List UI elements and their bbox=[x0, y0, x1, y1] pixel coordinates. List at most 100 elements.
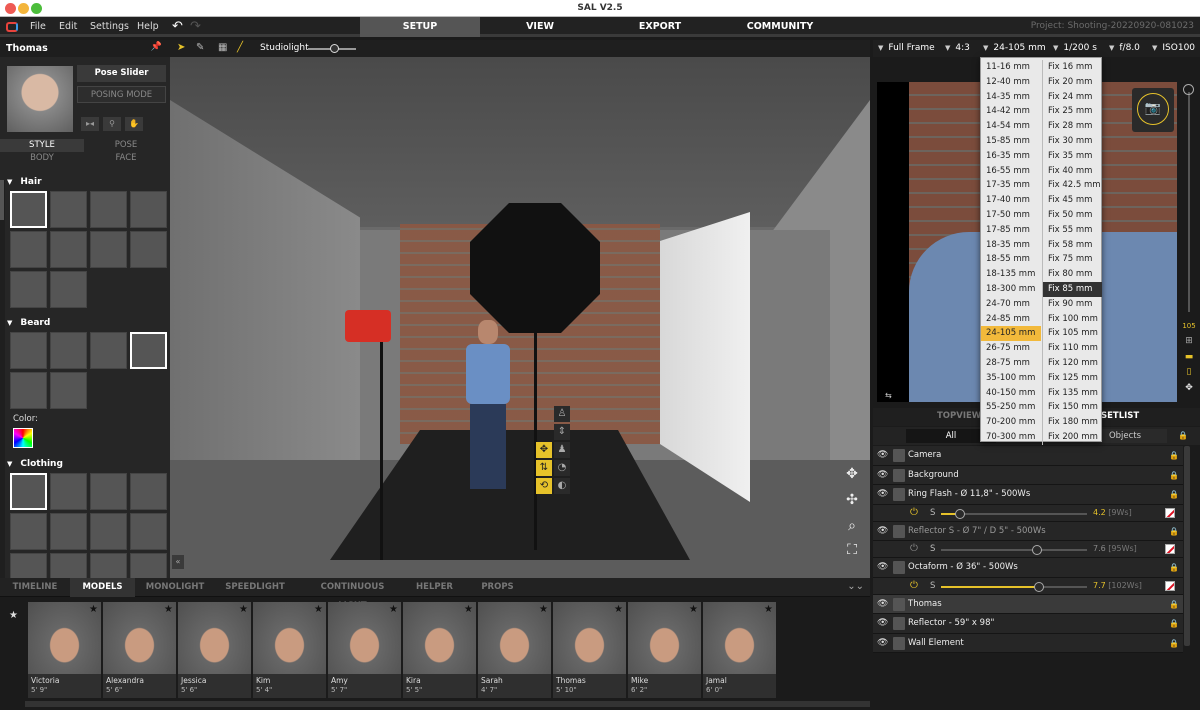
beard-option[interactable] bbox=[130, 332, 167, 369]
tab-continuous-light[interactable]: CONTINUOUS LIGHT bbox=[305, 578, 400, 611]
subtab-body[interactable]: BODY bbox=[0, 152, 84, 165]
disable-flash-icon[interactable] bbox=[1165, 507, 1175, 518]
lens-option[interactable]: 24-85 mm bbox=[981, 312, 1041, 327]
model-thomas[interactable] bbox=[460, 320, 516, 495]
hair-option[interactable] bbox=[50, 271, 87, 308]
lens-option[interactable]: 18-55 mm bbox=[981, 252, 1041, 267]
subtab-face[interactable]: FACE bbox=[84, 152, 168, 165]
visibility-eye-icon[interactable]: 👁 bbox=[877, 526, 888, 536]
lens-option[interactable]: 70-200 mm bbox=[981, 415, 1041, 430]
lens-option[interactable]: 12-40 mm bbox=[981, 75, 1041, 90]
beard-color-picker[interactable] bbox=[13, 428, 33, 448]
power-slider[interactable] bbox=[941, 581, 1087, 592]
favorite-star-icon[interactable]: ★ bbox=[614, 604, 623, 615]
visibility-eye-icon[interactable]: 👁 bbox=[877, 470, 888, 480]
beard-option[interactable] bbox=[50, 332, 87, 369]
favorites-filter-icon[interactable]: ★ bbox=[9, 610, 18, 621]
power-icon[interactable]: ⏻ bbox=[910, 580, 918, 591]
clothing-option[interactable] bbox=[90, 513, 127, 550]
lens-dropdown[interactable]: ▼ 24-105 mm bbox=[983, 43, 1046, 53]
setlist-row[interactable]: 👁 Background 🔒 bbox=[873, 465, 1183, 485]
pose-figure-icon[interactable]: ♙ bbox=[554, 406, 570, 422]
subtab-pose[interactable]: POSE bbox=[84, 139, 168, 152]
vertical-move-icon[interactable]: ⇅ bbox=[536, 460, 552, 476]
lock-all-icon[interactable]: 🔒 bbox=[1178, 431, 1188, 440]
lens-option[interactable]: 11-16 mm bbox=[981, 60, 1041, 75]
beard-option[interactable] bbox=[90, 332, 127, 369]
ratio-dropdown[interactable]: ▼ 4:3 bbox=[945, 43, 970, 53]
mirror-icon[interactable]: ▸◂ bbox=[81, 117, 99, 131]
lens-option[interactable]: 70-300 mm bbox=[981, 430, 1041, 445]
focal-zoom-slider[interactable] bbox=[1188, 92, 1190, 312]
clothing-option[interactable] bbox=[50, 513, 87, 550]
beard-option[interactable] bbox=[50, 372, 87, 409]
power-icon[interactable]: ⏻ bbox=[910, 543, 918, 554]
menu-file[interactable]: File bbox=[30, 21, 46, 32]
focal-zoom-knob[interactable] bbox=[1183, 84, 1194, 95]
hair-option[interactable] bbox=[10, 231, 47, 268]
aperture-dropdown[interactable]: ▼ f/8.0 bbox=[1109, 43, 1140, 53]
visibility-eye-icon[interactable]: 👁 bbox=[877, 599, 888, 609]
lens-option[interactable]: Fix 90 mm bbox=[1043, 297, 1102, 312]
lens-option[interactable]: Fix 16 mm bbox=[1043, 60, 1102, 75]
lens-option[interactable]: Fix 42.5 mm bbox=[1043, 178, 1102, 193]
model-card[interactable]: ★ Thomas 5' 10" bbox=[553, 602, 626, 698]
lens-option[interactable]: Fix 35 mm bbox=[1043, 149, 1102, 164]
hair-option[interactable] bbox=[10, 191, 47, 228]
histogram-icon[interactable]: ⇆ bbox=[885, 391, 892, 400]
visibility-eye-icon[interactable]: 👁 bbox=[877, 562, 888, 572]
collapse-panel-icon[interactable]: « bbox=[172, 555, 184, 569]
posing-mode-button[interactable]: POSING MODE bbox=[77, 86, 166, 103]
lens-option[interactable]: Fix 50 mm bbox=[1043, 208, 1102, 223]
collapse-panel-icon[interactable]: ⌄⌄ bbox=[847, 581, 864, 592]
lens-option[interactable]: 26-75 mm bbox=[981, 341, 1041, 356]
visibility-eye-icon[interactable]: 👁 bbox=[877, 638, 888, 648]
sensor-dropdown[interactable]: ▼ Full Frame bbox=[878, 43, 935, 53]
measure-icon[interactable]: ✎ bbox=[196, 42, 204, 53]
visibility-eye-icon[interactable]: 👁 bbox=[877, 618, 888, 628]
lens-option[interactable]: Fix 85 mm bbox=[1043, 281, 1102, 297]
tab-props[interactable]: PROPS bbox=[475, 578, 520, 597]
power-slider-knob[interactable] bbox=[1032, 545, 1043, 555]
tab-speedlight[interactable]: SPEEDLIGHT bbox=[220, 578, 290, 597]
studiolight-slider-knob[interactable] bbox=[330, 44, 340, 53]
model-card[interactable]: ★ Alexandra 5' 6" bbox=[103, 602, 176, 698]
orbit-icon[interactable]: ✥ bbox=[842, 466, 862, 484]
lock-icon[interactable]: 🔒 bbox=[1169, 563, 1179, 572]
pose-head-icon[interactable]: ⚲ bbox=[103, 117, 121, 131]
octaform-softbox[interactable] bbox=[470, 203, 600, 333]
tab-helper[interactable]: HELPER bbox=[412, 578, 457, 597]
clothing-option[interactable] bbox=[130, 473, 167, 510]
clothing-option[interactable] bbox=[90, 473, 127, 510]
lens-option[interactable]: 14-54 mm bbox=[981, 119, 1041, 134]
favorite-star-icon[interactable]: ★ bbox=[464, 604, 473, 615]
lens-option[interactable]: Fix 125 mm bbox=[1043, 371, 1102, 386]
hair-option[interactable] bbox=[130, 191, 167, 228]
favorite-star-icon[interactable]: ★ bbox=[539, 604, 548, 615]
lens-option[interactable]: 24-105 mm bbox=[981, 326, 1041, 342]
favorite-star-icon[interactable]: ★ bbox=[689, 604, 698, 615]
lens-option[interactable]: 35-100 mm bbox=[981, 371, 1041, 386]
power-slider-knob[interactable] bbox=[1033, 581, 1044, 592]
lens-option[interactable]: 24-70 mm bbox=[981, 297, 1041, 312]
power-slider[interactable] bbox=[941, 545, 1087, 555]
lock-icon[interactable]: 🔒 bbox=[1169, 639, 1179, 648]
favorite-star-icon[interactable]: ★ bbox=[389, 604, 398, 615]
menu-settings[interactable]: Settings bbox=[90, 21, 129, 32]
lens-option[interactable]: 18-300 mm bbox=[981, 282, 1041, 297]
pan-icon[interactable]: ✣ bbox=[842, 492, 862, 510]
lens-option[interactable]: 55-250 mm bbox=[981, 400, 1041, 415]
histogram-toggle-icon[interactable]: ▬ bbox=[1181, 352, 1197, 366]
power-slider[interactable] bbox=[941, 508, 1087, 519]
model-card[interactable]: ★ Jamal 6' 0" bbox=[703, 602, 776, 698]
model-card[interactable]: ★ Mike 6' 2" bbox=[628, 602, 701, 698]
power-slider-knob[interactable] bbox=[954, 508, 965, 519]
visibility-eye-icon[interactable]: 👁 bbox=[877, 489, 888, 499]
disable-flash-icon[interactable] bbox=[1165, 580, 1175, 591]
disable-flash-icon[interactable] bbox=[1165, 544, 1175, 554]
lens-option[interactable]: Fix 120 mm bbox=[1043, 356, 1102, 371]
favorite-star-icon[interactable]: ★ bbox=[164, 604, 173, 615]
lens-option[interactable]: Fix 40 mm bbox=[1043, 164, 1102, 179]
zoom-icon[interactable]: ⌕ bbox=[842, 518, 862, 536]
setlist-row[interactable]: 👁 Ring Flash - Ø 11,8" - 500Ws 🔒 bbox=[873, 485, 1183, 505]
